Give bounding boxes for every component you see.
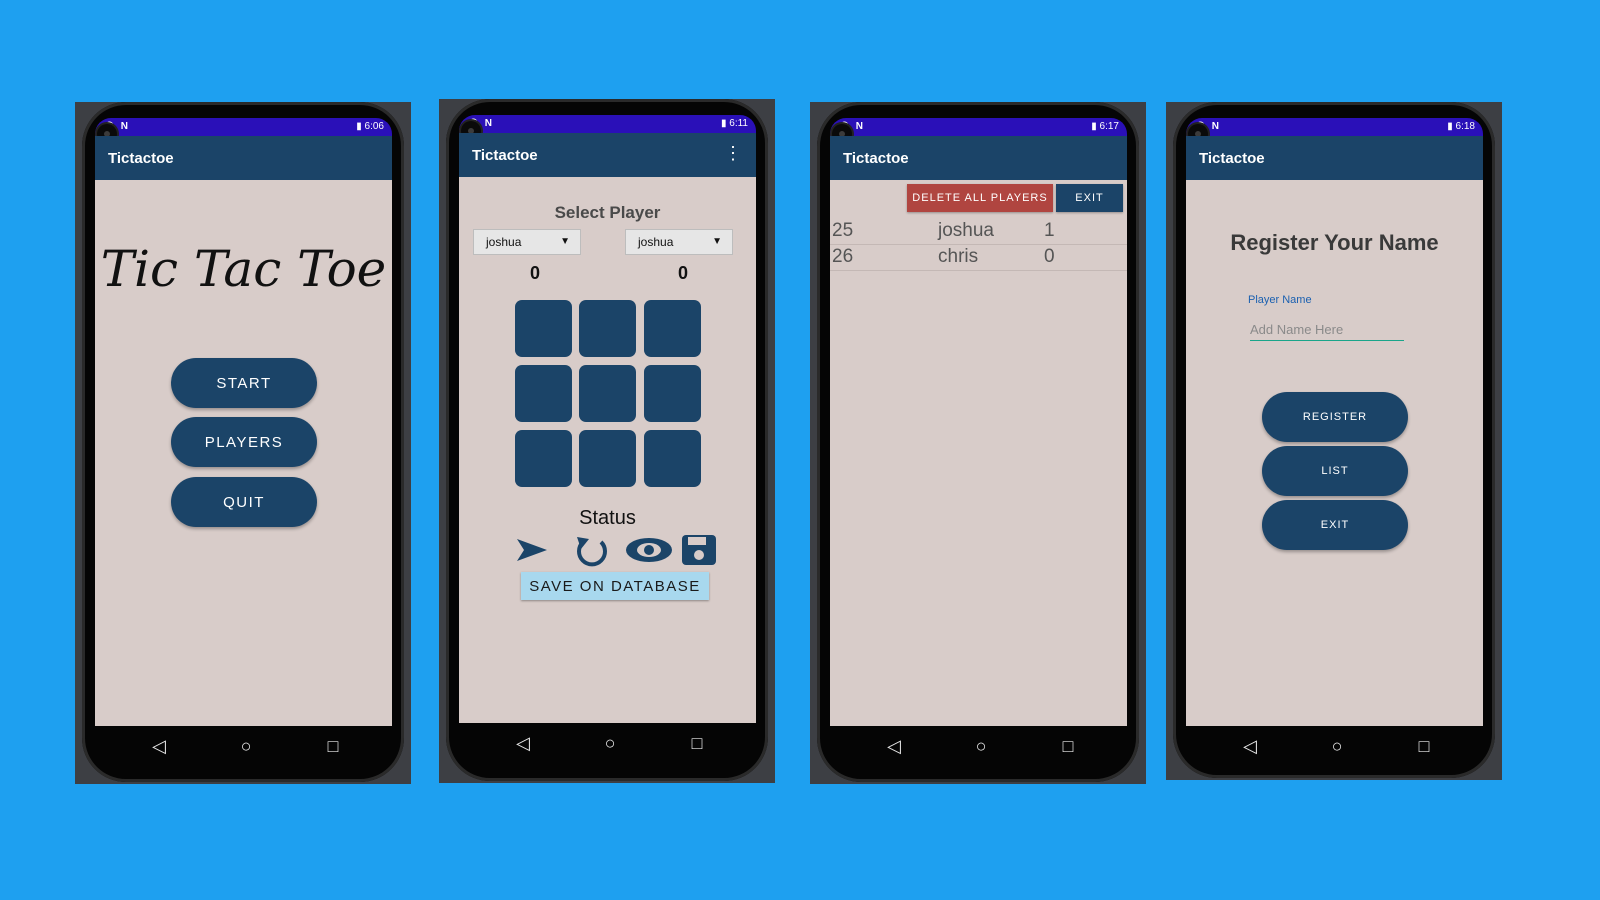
home-icon[interactable]: ○ [234,736,258,757]
back-icon[interactable]: ◁ [1238,736,1262,757]
app-title: Tictactoe [1199,150,1265,167]
start-button[interactable]: START [171,358,317,408]
game-status: Status [579,507,636,529]
board-cell[interactable] [644,300,701,357]
save-on-database-button[interactable]: SAVE ON DATABASE [521,572,709,600]
app-bar: Tictactoe [95,136,392,180]
player1-dropdown[interactable]: joshua ▼ [473,229,581,255]
app-bar: Tictactoe [830,136,1127,180]
player-name-label: Player Name [1248,294,1312,306]
board-cell[interactable] [579,300,636,357]
player2-dropdown[interactable]: joshua ▼ [625,229,733,255]
status-time: ▮ 6:18 [1447,121,1475,132]
exit-button[interactable]: EXIT [1056,184,1123,212]
overflow-menu-icon[interactable]: ⋮ [724,143,742,163]
back-icon[interactable]: ◁ [147,736,171,757]
board-cell[interactable] [579,365,636,422]
status-time: ▮ 6:06 [356,121,384,132]
register-title: Register Your Name [1230,230,1439,255]
table-row[interactable]: 26 chris 0 [830,244,1127,271]
game-logo: Tic Tac Toe [100,240,387,298]
player-name-input[interactable] [1250,318,1404,341]
view-icon[interactable] [624,533,674,567]
players-list-content: DELETE ALL PLAYERS EXIT 25 joshua 1 26 c… [830,180,1127,726]
status-bar: ⚉ N ▮ 6:18 [1186,118,1483,136]
board-cell[interactable] [515,365,572,422]
nav-bar: ◁ ○ □ [95,726,392,770]
recent-apps-icon[interactable]: □ [1412,736,1436,757]
players-button[interactable]: PLAYERS [171,417,317,467]
player1-value: joshua [486,235,522,249]
player-score: 1 [1044,220,1055,241]
app-title: Tictactoe [108,150,174,167]
player2-value: joshua [638,235,674,249]
status-bar: ⚉ N ▮ 6:11 [459,115,756,133]
list-button[interactable]: LIST [1262,446,1408,496]
app-bar: Tictactoe ⋮ [459,133,756,177]
home-icon[interactable]: ○ [598,733,622,754]
game-content: Select Player joshua ▼ joshua ▼ 0 0 Stat… [459,177,756,723]
player-id: 25 [832,220,854,241]
player1-score: 0 [530,263,541,283]
phone-players-list-screen: ⚉ N ▮ 6:17 Tictactoe DELETE ALL PLAYERS … [810,102,1146,784]
player-id: 26 [832,246,854,267]
home-icon[interactable]: ○ [969,736,993,757]
dropdown-arrow-icon: ▼ [560,236,570,247]
recent-apps-icon[interactable]: □ [1056,736,1080,757]
status-time: ▮ 6:11 [720,118,748,129]
nav-bar: ◁ ○ □ [1186,726,1483,770]
register-content: Register Your Name Player Name REGISTER … [1186,180,1483,726]
app-bar: Tictactoe [1186,136,1483,180]
exit-button[interactable]: EXIT [1262,500,1408,550]
player-name: chris [938,246,979,267]
player2-score: 0 [678,263,689,283]
save-icon[interactable] [681,533,717,567]
board-cell[interactable] [644,430,701,487]
app-title: Tictactoe [843,150,909,167]
player-name: joshua [938,220,994,241]
delete-all-players-button[interactable]: DELETE ALL PLAYERS [907,184,1053,212]
status-bar: ⚉ N ▮ 6:06 [95,118,392,136]
nav-bar: ◁ ○ □ [830,726,1127,770]
board-cell[interactable] [515,300,572,357]
nav-bar: ◁ ○ □ [459,723,756,767]
home-icon[interactable]: ○ [1325,736,1349,757]
replay-icon[interactable] [571,533,611,567]
play-icon[interactable] [515,533,549,567]
status-bar: ⚉ N ▮ 6:17 [830,118,1127,136]
dropdown-arrow-icon: ▼ [712,236,722,247]
register-button[interactable]: REGISTER [1262,392,1408,442]
home-content: Tic Tac Toe START PLAYERS QUIT [95,180,392,726]
phone-game-screen: ⚉ N ▮ 6:11 Tictactoe ⋮ Select Player jos… [439,99,775,783]
back-icon[interactable]: ◁ [511,733,535,754]
phone-register-screen: ⚉ N ▮ 6:18 Tictactoe Register Your Name … [1166,102,1502,780]
board-cell[interactable] [579,430,636,487]
player-score: 0 [1044,246,1055,267]
table-row[interactable]: 25 joshua 1 [830,218,1127,245]
board-cell[interactable] [644,365,701,422]
select-player-title: Select Player [554,203,661,222]
board-cell[interactable] [515,430,572,487]
app-title: Tictactoe [472,147,538,164]
recent-apps-icon[interactable]: □ [321,736,345,757]
recent-apps-icon[interactable]: □ [685,733,709,754]
back-icon[interactable]: ◁ [882,736,906,757]
quit-button[interactable]: QUIT [171,477,317,527]
status-time: ▮ 6:17 [1091,121,1119,132]
phone-home-screen: ⚉ N ▮ 6:06 Tictactoe Tic Tac Toe START P… [75,102,411,784]
